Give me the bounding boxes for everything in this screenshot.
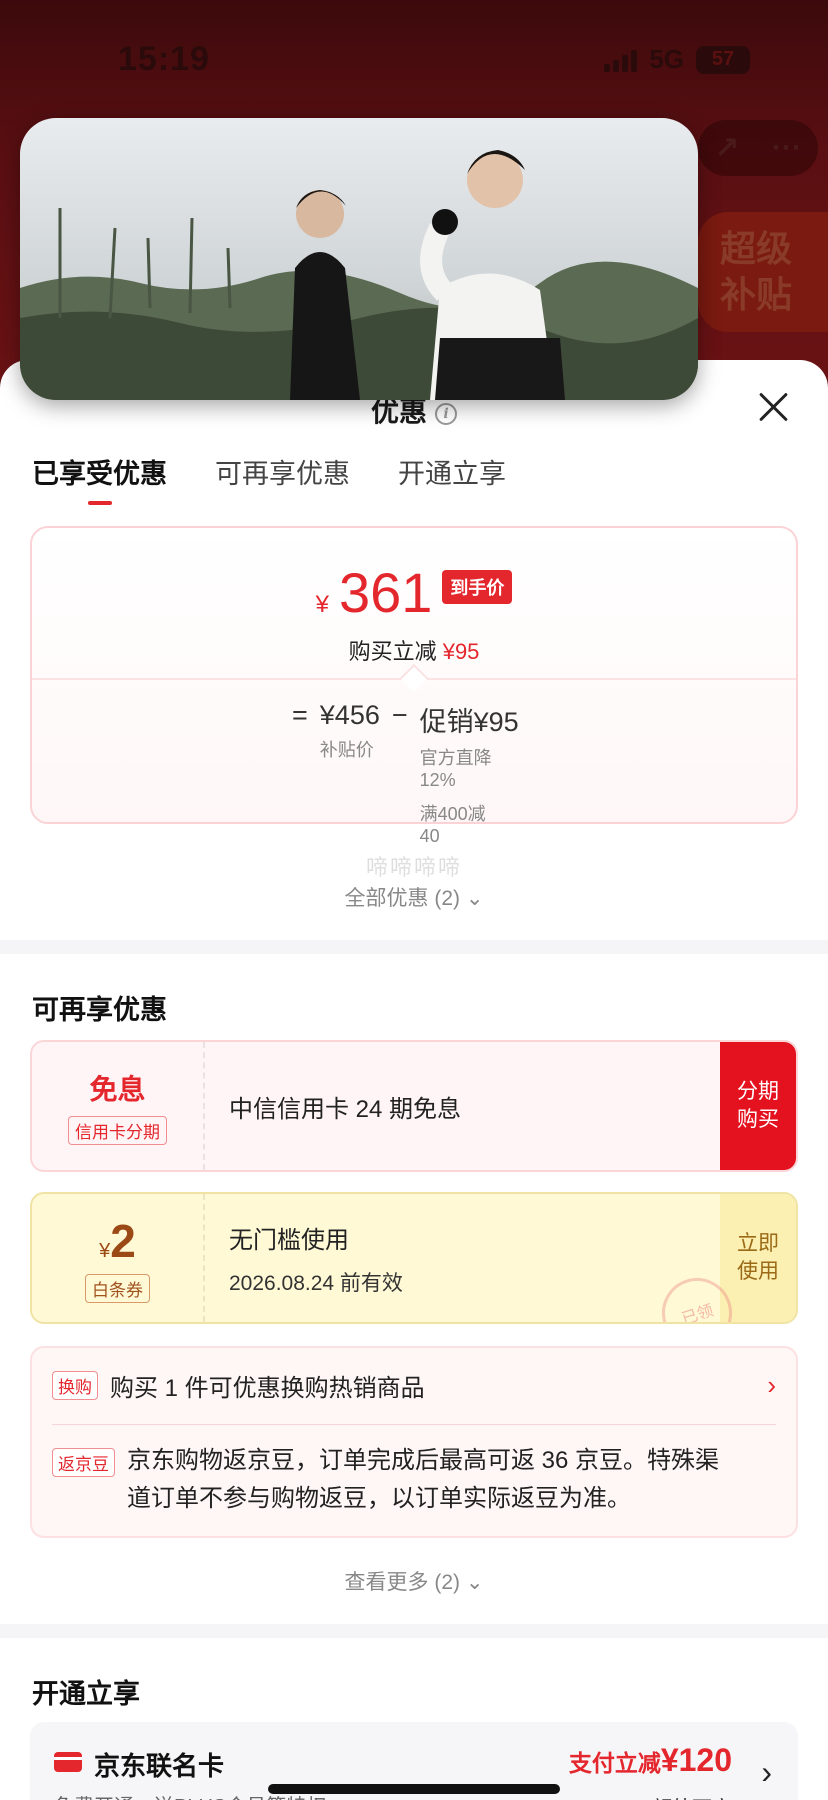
status-bar-right: 5G 57 xyxy=(604,44,750,75)
super-subsidy-badge: 超级 补贴 xyxy=(698,212,828,332)
subsidy-label: 补贴价 xyxy=(319,740,374,760)
battery-icon: 57 xyxy=(696,45,750,74)
promo-detail-1b: 12% xyxy=(419,770,456,790)
tab-open-enjoy[interactable]: 开通立享 xyxy=(398,452,506,505)
floating-video[interactable] xyxy=(20,118,698,400)
tab-enjoyed[interactable]: 已享受优惠 xyxy=(32,452,167,505)
info-icon[interactable]: i xyxy=(435,402,457,425)
price-card: ¥ 361 到手价 购买立减 ¥95 = ¥456 补贴价 − 促销¥95 官方… xyxy=(30,526,798,846)
sheet-title-text: 优惠 xyxy=(370,396,427,427)
final-price-line: ¥ 361 到手价 xyxy=(32,560,796,625)
watermark: 啼啼啼啼 xyxy=(365,855,462,880)
more-icon: ··· xyxy=(771,131,802,164)
section-divider xyxy=(0,940,828,954)
all-offers-toggle[interactable]: 全部优惠 (2) ⌄ xyxy=(0,882,828,912)
beans-tag: 返京豆 xyxy=(52,1448,115,1477)
credit-coupon-body: 中信信用卡 24 期免息 xyxy=(205,1042,720,1170)
use-now-button[interactable]: 立即 使用 xyxy=(720,1194,796,1322)
subsidy-price: ¥456 xyxy=(319,700,380,730)
price-formula: = ¥456 补贴价 − 促销¥95 官方直降 12% 满400减 40 xyxy=(292,700,519,847)
baitiao-tag: 白条券 xyxy=(85,1273,150,1303)
installment-buy-line2: 购买 xyxy=(737,1108,779,1131)
installment-buy-button[interactable]: 分期 购买 xyxy=(720,1042,796,1170)
exchange-beans-card: 换购 购买 1 件可优惠换购热销商品 › 返京豆 京东购物返京豆，订单完成后最高… xyxy=(30,1346,798,1538)
baitiao-amount: ¥ 2 xyxy=(99,1214,136,1268)
credit-card-coupon: 免息 信用卡分期 中信信用卡 24 期免息 分期购买 xyxy=(30,1040,798,1172)
use-now-line1: 立即 xyxy=(737,1232,779,1255)
baitiao-coupon: ¥ 2 白条券 无门槛使用 2026.08.24 前有效 已领 立即 使用 xyxy=(30,1192,798,1324)
credit-coupon-left: 免息 信用卡分期 xyxy=(32,1042,205,1170)
exchange-row[interactable]: 换购 购买 1 件可优惠换购热销商品 › xyxy=(52,1368,776,1403)
reenjoy-title: 可再享优惠 xyxy=(32,995,167,1025)
offer-tabs: 已享受优惠 可再享优惠 开通立享 xyxy=(32,452,506,505)
beans-text-line2: 道订单不参与购物返豆，以订单实际返豆为准。 xyxy=(127,1485,631,1512)
installment-buy-line1: 分期 xyxy=(737,1080,779,1103)
super-subsidy-line1: 超级 xyxy=(720,228,793,269)
beans-row: 返京豆 京东购物返京豆，订单完成后最高可返 36 京豆。特殊渠 道订单不参与购物… xyxy=(52,1447,776,1518)
promo-detail-2b: 40 xyxy=(419,826,440,846)
chevron-right-icon: › xyxy=(767,1370,776,1400)
home-indicator[interactable] xyxy=(268,1784,560,1794)
section-divider xyxy=(0,1624,828,1638)
close-icon[interactable] xyxy=(756,390,790,424)
network-label: 5G xyxy=(649,44,684,74)
signal-icon xyxy=(604,48,638,72)
minus-sign: − xyxy=(391,700,408,730)
equals-sign: = xyxy=(292,700,308,730)
credit-card-icon xyxy=(54,1752,82,1772)
baitiao-coupon-left: ¥ 2 白条券 xyxy=(32,1194,205,1322)
offers-sheet: 优惠 i 已享受优惠 可再享优惠 开通立享 ¥ 361 到手价 购买立减 ¥95 … xyxy=(0,360,828,1800)
share-icon: ↗ xyxy=(714,131,740,165)
final-price: 361 xyxy=(338,561,433,624)
chevron-down-icon: ⌄ xyxy=(465,1571,484,1594)
jd-extra: 额外可享 xyxy=(652,1792,732,1800)
promo-detail-2: 满400减 xyxy=(419,804,486,824)
currency-symbol: ¥ xyxy=(315,591,329,618)
see-more-label: 查看更多 (2) xyxy=(344,1571,461,1594)
baitiao-currency: ¥ xyxy=(99,1239,111,1262)
credit-installment-tag: 信用卡分期 xyxy=(68,1115,167,1145)
baitiao-validity: 2026.08.24 前有效 xyxy=(229,1271,403,1295)
info-separator xyxy=(52,1424,776,1425)
super-subsidy-line2: 补贴 xyxy=(720,274,793,315)
baitiao-amount-value: 2 xyxy=(110,1214,136,1267)
buy-reduce-amount: ¥95 xyxy=(442,639,480,664)
buy-reduce-label: 购买立减 xyxy=(348,639,437,664)
chevron-down-icon: ⌄ xyxy=(465,887,484,910)
open-enjoy-title: 开通立享 xyxy=(32,1679,140,1709)
baitiao-coupon-body: 无门槛使用 2026.08.24 前有效 xyxy=(205,1194,720,1322)
interest-free-label: 免息 xyxy=(89,1073,146,1105)
promo-detail-1: 官方直降 xyxy=(419,748,492,768)
status-time: 15:19 xyxy=(118,40,210,78)
tab-reenjoy[interactable]: 可再享优惠 xyxy=(215,452,350,505)
video-frame xyxy=(20,118,698,400)
jd-card-title: 京东联名卡 xyxy=(94,1751,225,1781)
see-more-toggle[interactable]: 查看更多 (2) ⌄ xyxy=(0,1566,828,1596)
beans-text: 京东购物返京豆，订单完成后最高可返 36 京豆。特殊渠 道订单不参与购物返豆，以… xyxy=(127,1442,719,1518)
jd-pay-discount: 支付立减 ¥120 xyxy=(569,1742,732,1779)
jd-pay-amount: ¥120 xyxy=(660,1742,732,1778)
price-divider-notch xyxy=(399,663,429,693)
exchange-text: 购买 1 件可优惠换购热销商品 xyxy=(110,1375,425,1402)
baitiao-title: 无门槛使用 xyxy=(229,1226,349,1254)
buy-reduce: 购买立减 ¥95 xyxy=(32,634,796,666)
jd-pay-label: 支付立减 xyxy=(568,1750,661,1776)
exchange-tag: 换购 xyxy=(52,1371,98,1400)
final-price-badge: 到手价 xyxy=(442,569,513,604)
beans-text-line1: 京东购物返京豆，订单完成后最高可返 36 京豆。特殊渠 xyxy=(127,1447,720,1474)
promo-amount: 促销¥95 xyxy=(419,707,519,737)
credit-coupon-title: 中信信用卡 24 期免息 xyxy=(229,1095,462,1123)
background-toolbar: ↗ ··· xyxy=(698,120,818,176)
use-now-line2: 使用 xyxy=(737,1260,779,1283)
all-offers-label: 全部优惠 (2) xyxy=(344,887,461,910)
chevron-right-icon: › xyxy=(761,1754,772,1790)
